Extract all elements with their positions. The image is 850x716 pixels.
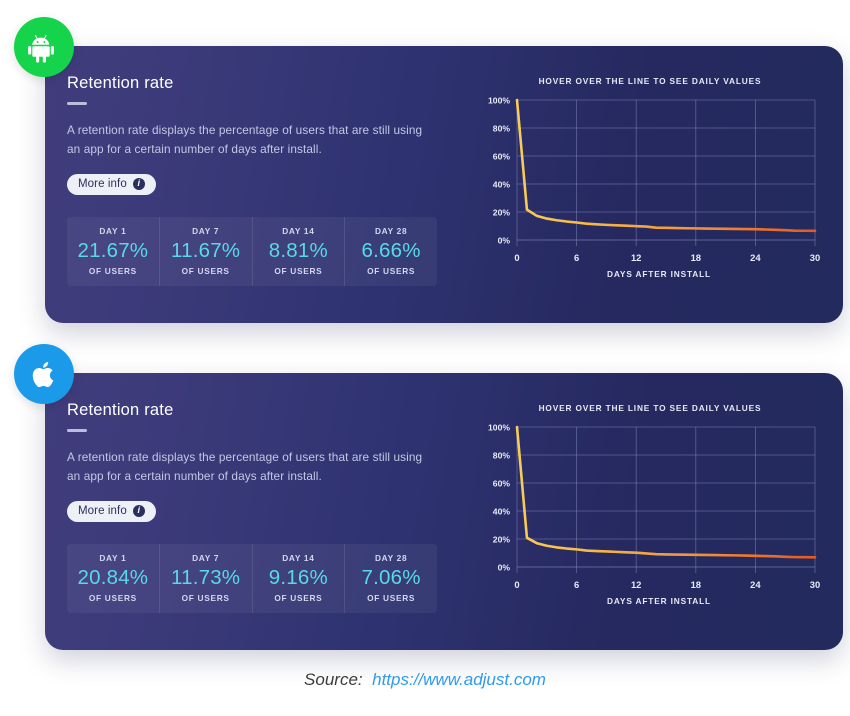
apple-logo-icon bbox=[32, 361, 54, 388]
more-info-button[interactable]: More info i bbox=[67, 173, 156, 195]
stat-sub-label: OF USERS bbox=[274, 593, 323, 604]
svg-text:18: 18 bbox=[691, 252, 701, 263]
stat-cell[interactable]: DAY 1 21.67% OF USERS bbox=[67, 216, 160, 287]
stat-cell[interactable]: DAY 14 8.81% OF USERS bbox=[253, 216, 346, 287]
retention-card-android: Retention rate A retention rate displays… bbox=[45, 46, 843, 323]
chart-y-ticks: 0% 20% 40% 60% 80% 100% bbox=[488, 422, 510, 572]
info-circle-icon: i bbox=[132, 504, 145, 517]
svg-text:20%: 20% bbox=[493, 534, 511, 544]
svg-text:24: 24 bbox=[750, 579, 761, 590]
stat-sub-label: OF USERS bbox=[367, 266, 416, 277]
svg-text:40%: 40% bbox=[493, 506, 511, 516]
stat-sub-label: OF USERS bbox=[367, 593, 416, 604]
card-left-column: Retention rate A retention rate displays… bbox=[67, 74, 467, 287]
stat-value: 11.73% bbox=[171, 565, 241, 589]
retention-stats-row: DAY 1 21.67% OF USERS DAY 7 11.67% OF US… bbox=[67, 216, 437, 287]
stat-day-label: DAY 1 bbox=[99, 225, 127, 236]
svg-text:100%: 100% bbox=[488, 422, 510, 432]
stat-day-label: DAY 28 bbox=[374, 225, 408, 236]
source-attribution: Source: https://www.adjust.com bbox=[0, 670, 850, 690]
chart-x-axis-label: DAYS AFTER INSTALL bbox=[607, 596, 711, 606]
card-left-column: Retention rate A retention rate displays… bbox=[67, 401, 467, 614]
stat-cell[interactable]: DAY 28 7.06% OF USERS bbox=[345, 544, 437, 614]
retention-line-chart[interactable]: 0% 20% 40% 60% 80% 100% 0 6 12 18 24 30 bbox=[475, 417, 825, 595]
svg-text:40%: 40% bbox=[493, 179, 511, 189]
stat-day-label: DAY 1 bbox=[99, 552, 127, 563]
stat-value: 9.16% bbox=[268, 565, 328, 589]
chart-x-ticks: 0 6 12 18 24 30 bbox=[514, 579, 820, 590]
stat-value: 11.67% bbox=[171, 238, 241, 262]
more-info-button[interactable]: More info i bbox=[67, 500, 156, 522]
stat-sub-label: OF USERS bbox=[88, 266, 137, 277]
retention-chart-android: HOVER OVER THE LINE TO SEE DAILY VALUES … bbox=[475, 76, 825, 291]
stat-value: 8.81% bbox=[268, 238, 328, 262]
svg-text:80%: 80% bbox=[493, 123, 511, 133]
retention-data-line[interactable] bbox=[515, 425, 817, 559]
stat-day-label: DAY 7 bbox=[192, 552, 220, 563]
stat-day-label: DAY 28 bbox=[374, 552, 408, 563]
chart-hint-label: HOVER OVER THE LINE TO SEE DAILY VALUES bbox=[538, 403, 762, 413]
platform-badge-ios bbox=[14, 344, 74, 404]
page-title: Retention rate bbox=[67, 401, 174, 419]
svg-text:0%: 0% bbox=[498, 235, 511, 245]
retention-stats-row: DAY 1 20.84% OF USERS DAY 7 11.73% OF US… bbox=[67, 543, 437, 614]
svg-text:6: 6 bbox=[574, 252, 579, 263]
svg-text:60%: 60% bbox=[493, 151, 511, 161]
retention-card-ios: Retention rate A retention rate displays… bbox=[45, 373, 843, 650]
stat-value: 7.06% bbox=[361, 565, 421, 589]
chart-x-axis-label: DAYS AFTER INSTALL bbox=[607, 269, 711, 279]
svg-text:0: 0 bbox=[514, 579, 519, 590]
more-info-label: More info bbox=[78, 504, 127, 517]
svg-text:0: 0 bbox=[514, 252, 519, 263]
stat-value: 6.66% bbox=[361, 238, 421, 262]
stat-day-label: DAY 7 bbox=[192, 225, 220, 236]
svg-text:0%: 0% bbox=[498, 562, 511, 572]
svg-text:18: 18 bbox=[691, 579, 701, 590]
stat-sub-label: OF USERS bbox=[181, 266, 230, 277]
svg-text:20%: 20% bbox=[493, 207, 511, 217]
chart-gridlines bbox=[516, 99, 816, 246]
svg-text:30: 30 bbox=[810, 252, 820, 263]
stat-cell[interactable]: DAY 7 11.67% OF USERS bbox=[160, 216, 253, 287]
chart-y-ticks: 0% 20% 40% 60% 80% 100% bbox=[488, 95, 510, 245]
svg-text:80%: 80% bbox=[493, 450, 511, 460]
svg-text:12: 12 bbox=[631, 579, 641, 590]
chart-x-ticks: 0 6 12 18 24 30 bbox=[514, 252, 820, 263]
android-robot-icon bbox=[28, 35, 54, 63]
retention-line-chart[interactable]: 0% 20% 40% 60% 80% 100% 0 6 12 18 24 30 bbox=[475, 90, 825, 268]
stat-day-label: DAY 14 bbox=[282, 225, 315, 236]
chart-hint-label: HOVER OVER THE LINE TO SEE DAILY VALUES bbox=[538, 76, 762, 86]
platform-badge-android bbox=[14, 17, 74, 77]
retention-data-line[interactable] bbox=[515, 98, 817, 233]
svg-text:12: 12 bbox=[631, 252, 641, 263]
page-root: Retention rate A retention rate displays… bbox=[0, 0, 850, 716]
chart-gridlines bbox=[516, 426, 816, 573]
title-divider bbox=[67, 429, 87, 432]
stat-value: 21.67% bbox=[77, 238, 149, 262]
source-link[interactable]: https://www.adjust.com bbox=[372, 670, 546, 689]
stat-cell[interactable]: DAY 28 6.66% OF USERS bbox=[345, 217, 437, 287]
svg-text:30: 30 bbox=[810, 579, 820, 590]
svg-text:24: 24 bbox=[750, 252, 761, 263]
stat-sub-label: OF USERS bbox=[88, 593, 137, 604]
stat-cell[interactable]: DAY 14 9.16% OF USERS bbox=[253, 543, 346, 614]
stat-sub-label: OF USERS bbox=[274, 266, 323, 277]
stat-day-label: DAY 14 bbox=[282, 552, 315, 563]
stat-value: 20.84% bbox=[77, 565, 149, 589]
stat-sub-label: OF USERS bbox=[181, 593, 230, 604]
page-title: Retention rate bbox=[67, 74, 174, 92]
more-info-label: More info bbox=[78, 177, 127, 190]
card-description: A retention rate displays the percentage… bbox=[67, 449, 423, 483]
svg-text:60%: 60% bbox=[493, 478, 511, 488]
title-divider bbox=[67, 102, 87, 105]
retention-chart-ios: HOVER OVER THE LINE TO SEE DAILY VALUES … bbox=[475, 403, 825, 618]
info-circle-icon: i bbox=[132, 177, 145, 190]
card-description: A retention rate displays the percentage… bbox=[67, 122, 423, 156]
svg-text:6: 6 bbox=[574, 579, 579, 590]
svg-text:100%: 100% bbox=[488, 95, 510, 105]
stat-cell[interactable]: DAY 1 20.84% OF USERS bbox=[67, 543, 160, 614]
source-label: Source: bbox=[304, 670, 363, 689]
stat-cell[interactable]: DAY 7 11.73% OF USERS bbox=[160, 543, 253, 614]
